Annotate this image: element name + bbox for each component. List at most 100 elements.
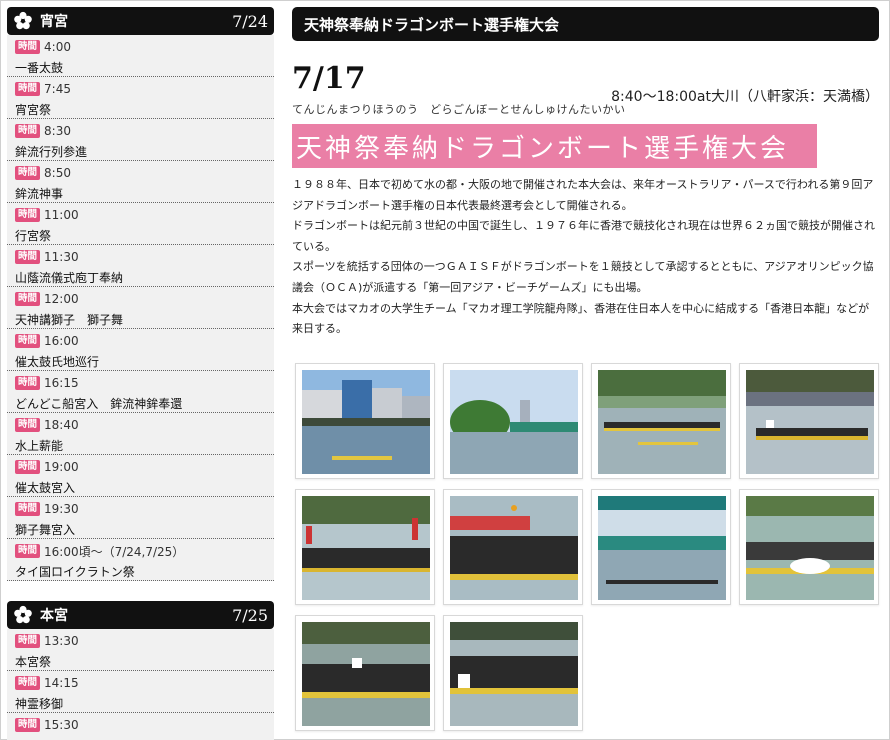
- schedule-item: 時間 11:00 行宮祭: [7, 203, 274, 245]
- photo-bridge-race: [598, 496, 726, 600]
- photo-thumb[interactable]: [443, 489, 583, 605]
- photo-thumb[interactable]: [739, 363, 879, 479]
- schedule-item: 時間 18:40 水上薪能: [7, 413, 274, 455]
- time-tag: 時間: [15, 208, 41, 222]
- schedule-event: 神霊移御: [15, 697, 64, 711]
- photo-rowers-closeup: [450, 496, 578, 600]
- schedule-event: 行宮祭: [15, 229, 52, 243]
- event-description: １９８８年、日本で初めて水の都・大阪の地で開催された本大会は、来年オーストラリア…: [292, 175, 879, 340]
- schedule-time-row: 時間 12:00: [15, 291, 274, 307]
- photo-boat-2: [746, 370, 874, 474]
- photo-team-flags: [302, 496, 430, 600]
- schedule-time-row: 時間 16:00頃～（7/24,7/25）: [15, 543, 274, 559]
- photo-river-trees: [450, 370, 578, 474]
- flower-icon: [14, 11, 32, 30]
- schedule-time-row: 時間 16:15: [15, 375, 274, 391]
- time-tag: 時間: [15, 292, 41, 306]
- time-tag: 時間: [15, 676, 41, 690]
- photo-thumb[interactable]: [443, 615, 583, 731]
- schedule-event: どんどこ船宮入 鉾流神鉾奉還: [15, 397, 183, 411]
- time-tag: 時間: [15, 124, 41, 138]
- section-date: 7/24: [232, 11, 268, 31]
- schedule-event: 一番太鼓: [15, 61, 64, 75]
- photo-boat-splash: [746, 496, 874, 600]
- schedule-time-row: 時間 13:30: [15, 633, 274, 649]
- time-tag: 時間: [15, 334, 41, 348]
- schedule-event: 獅子舞宮入: [15, 523, 76, 537]
- schedule-item: 時間 19:30 獅子舞宮入: [7, 497, 274, 539]
- schedule-event: 催太鼓氏地巡行: [15, 355, 100, 369]
- photo-thumb[interactable]: [295, 363, 435, 479]
- photo-thumb[interactable]: [295, 489, 435, 605]
- time-tag: 時間: [15, 82, 41, 96]
- time-tag: 時間: [15, 460, 41, 474]
- schedule-item: 時間 16:00頃～（7/24,7/25） タイ国ロイクラトン祭: [7, 539, 274, 581]
- schedule-item: 時間 14:15 神霊移御: [7, 671, 274, 713]
- schedule-event: 天神講獅子 獅子舞: [15, 313, 124, 327]
- description-paragraph: １９８８年、日本で初めて水の都・大阪の地で開催された本大会は、来年オーストラリア…: [292, 178, 874, 212]
- schedule-time-row: 時間 4:00: [15, 39, 274, 55]
- schedule-item: 時間 19:00 催太鼓宮入: [7, 455, 274, 497]
- schedule-item: 時間 12:00 天神講獅子 獅子舞: [7, 287, 274, 329]
- section-header-yoimiya: 宵宮 7/24: [7, 7, 274, 35]
- time-tag: 時間: [15, 376, 41, 390]
- schedule-event: タイ国ロイクラトン祭: [15, 565, 135, 579]
- schedule-time: 19:00: [44, 460, 79, 474]
- schedule-time: 16:15: [44, 376, 79, 390]
- photo-gallery: [295, 363, 879, 731]
- description-paragraph: 本大会ではマカオの大学生チーム「マカオ理工学院龍舟隊」、香港在住日本人を中心に結…: [292, 301, 870, 336]
- schedule-time-row: 時間 7:45: [15, 81, 274, 97]
- schedule-event: 宵宮祭: [15, 103, 52, 117]
- time-tag: 時間: [15, 418, 41, 432]
- schedule-time-row: 時間 14:15: [15, 675, 274, 691]
- schedule-time-row: 時間 16:00: [15, 333, 274, 349]
- schedule-time: 14:15: [44, 676, 79, 690]
- time-tag: 時間: [15, 544, 41, 558]
- schedule-time: 19:30: [44, 502, 79, 516]
- photo-river-buildings: [302, 370, 430, 474]
- photo-boat-4: [302, 622, 430, 726]
- schedule-time: 11:30: [44, 250, 79, 264]
- schedule-list-yoimiya: 時間 4:00 一番太鼓 時間 7:45 宵宮祭 時間 8:30 鉾流行列参進 時間 8:50 鉾流神…: [7, 35, 274, 581]
- schedule-item: 時間 16:00 催太鼓氏地巡行: [7, 329, 274, 371]
- schedule-time-row: 時間 19:00: [15, 459, 274, 475]
- schedule-time: 8:30: [44, 124, 71, 138]
- time-tag: 時間: [15, 718, 41, 732]
- schedule-time-row: 時間 8:50: [15, 165, 274, 181]
- schedule-time: 18:40: [44, 418, 79, 432]
- schedule-event: 水上薪能: [15, 439, 64, 453]
- schedule-item: 時間 15:30: [7, 713, 274, 740]
- event-article: 天神祭奉納ドラゴンボート選手権大会 7/17 てんじんまつりほうのう どらごんぼ…: [292, 7, 879, 340]
- article-header: 天神祭奉納ドラゴンボート選手権大会: [292, 7, 879, 41]
- schedule-item: 時間 4:00 一番太鼓: [7, 35, 274, 77]
- schedule-event: 本宮祭: [15, 655, 52, 669]
- schedule-time: 4:00: [44, 40, 71, 54]
- schedule-time-row: 時間 15:30: [15, 717, 274, 733]
- schedule-time-row: 時間 19:30: [15, 501, 274, 517]
- schedule-event: 山蔭流儀式庖丁奉納: [15, 271, 124, 285]
- schedule-event: 鉾流行列参進: [15, 145, 88, 159]
- schedule-time: 16:00頃～（7/24,7/25）: [44, 544, 185, 559]
- photo-thumb[interactable]: [591, 489, 731, 605]
- schedule-time-row: 時間 8:30: [15, 123, 274, 139]
- schedule-item: 時間 8:50 鉾流神事: [7, 161, 274, 203]
- photo-thumb[interactable]: [443, 363, 583, 479]
- photo-thumb[interactable]: [591, 363, 731, 479]
- schedule-event: 催太鼓宮入: [15, 481, 76, 495]
- section-title: 宵宮: [40, 14, 68, 30]
- time-tag: 時間: [15, 40, 41, 54]
- time-tag: 時間: [15, 166, 41, 180]
- schedule-item: 時間 16:15 どんどこ船宮入 鉾流神鉾奉還: [7, 371, 274, 413]
- description-paragraph: スポーツを統括する団体の一つＧＡＩＳＦがドラゴンボートを１競技として承認するとと…: [292, 260, 874, 294]
- schedule-time: 16:00: [44, 334, 79, 348]
- section-header-honmiya: 本宮 7/25: [7, 601, 274, 629]
- schedule-item: 時間 8:30 鉾流行列参進: [7, 119, 274, 161]
- photo-thumb[interactable]: [739, 489, 879, 605]
- schedule-sidebar: 宵宮 7/24 時間 4:00 一番太鼓 時間 7:45 宵宮祭 時間 8:30 鉾流行列参進時…: [7, 7, 274, 740]
- event-time-place: 8:40～18:00at大川（八軒家浜：天満橋）: [611, 89, 879, 105]
- schedule-time: 13:30: [44, 634, 79, 648]
- event-title-banner: 天神祭奉納ドラゴンボート選手権大会: [292, 124, 817, 168]
- photo-thumb[interactable]: [295, 615, 435, 731]
- section-title: 本宮: [40, 608, 68, 624]
- photo-boats-race: [598, 370, 726, 474]
